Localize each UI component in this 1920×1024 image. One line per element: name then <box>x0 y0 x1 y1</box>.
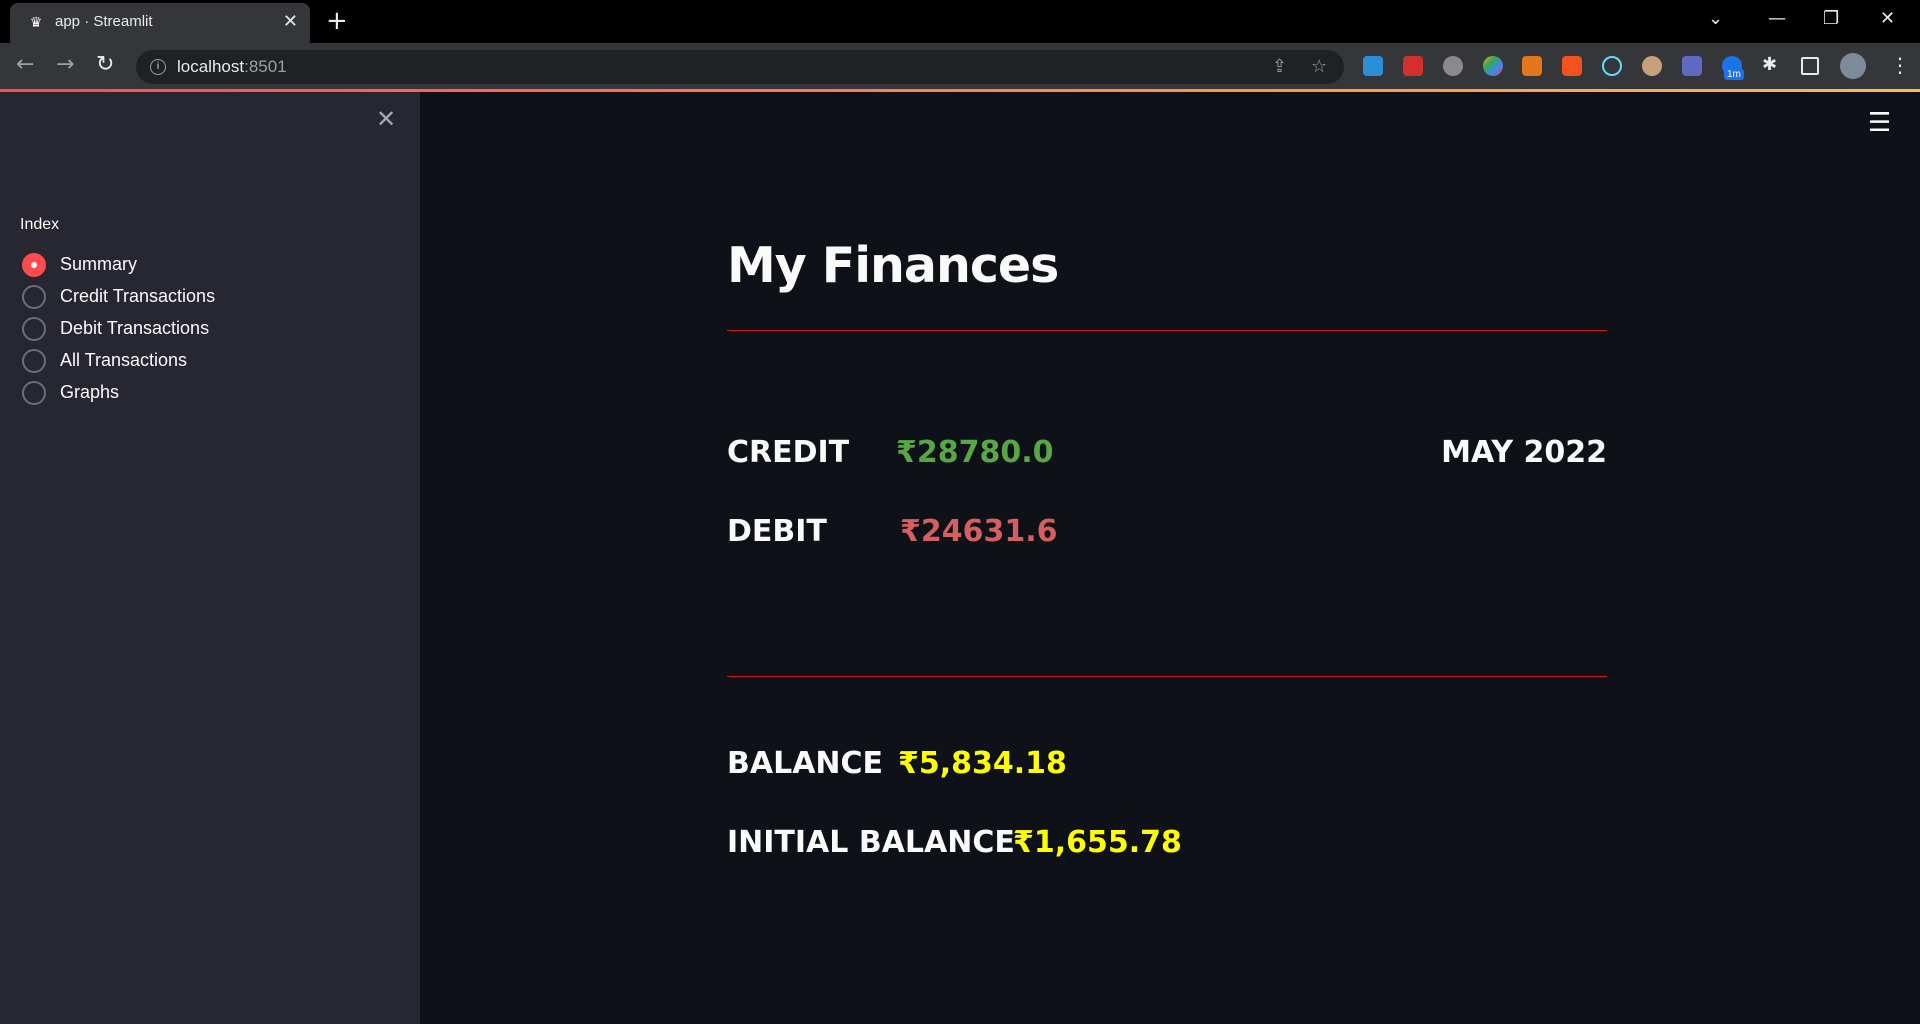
radio-option-label: Credit Transactions <box>60 286 216 306</box>
browser-tab[interactable]: ♛ app · Streamlit ✕ <box>10 3 310 43</box>
balance-value: ₹5,834.18 <box>898 746 1067 781</box>
radio-unchecked-icon[interactable] <box>22 285 46 309</box>
url-text: localhost:8501 <box>177 57 287 77</box>
address-bar[interactable]: i localhost:8501 ⇪ ☆ <box>136 50 1344 84</box>
radio-group-label: Index <box>20 216 60 233</box>
radio-option-label: All Transactions <box>60 350 188 370</box>
reload-icon[interactable]: ↻ <box>96 51 114 79</box>
profile-avatar[interactable] <box>1840 53 1866 79</box>
divider-bottom <box>727 676 1607 677</box>
streamlit-crown-icon: ♛ <box>29 15 43 31</box>
credit-label: CREDIT <box>727 435 850 470</box>
sidebar: ✕ Index Summary Credit Transactions Debi… <box>0 92 420 1024</box>
radio-unchecked-icon[interactable] <box>22 349 46 373</box>
extension-badge-count: 1m <box>1724 69 1744 80</box>
window-close-icon[interactable]: ✕ <box>1880 6 1895 32</box>
new-tab-icon[interactable]: + <box>326 7 348 35</box>
extension-red-icon[interactable] <box>1403 56 1423 76</box>
share-icon[interactable]: ⇪ <box>1272 55 1287 79</box>
extension-feather-icon[interactable] <box>1363 56 1383 76</box>
debit-value: ₹24631.6 <box>900 514 1058 549</box>
tab-title: app · Streamlit <box>55 13 153 30</box>
tab-search-chevron-icon[interactable]: ⌄ <box>1708 6 1723 32</box>
side-panel-icon[interactable] <box>1801 57 1819 75</box>
url-port: :8501 <box>244 57 287 76</box>
radio-checked-icon[interactable] <box>22 253 46 277</box>
forward-icon[interactable]: → <box>56 51 74 79</box>
sidebar-close-icon[interactable]: ✕ <box>376 106 396 132</box>
credit-value: ₹28780.0 <box>896 435 1054 470</box>
url-host: localhost <box>177 57 245 76</box>
debit-label: DEBIT <box>727 514 827 549</box>
back-icon[interactable]: ← <box>16 51 34 79</box>
radio-unchecked-icon[interactable] <box>22 317 46 341</box>
browser-menu-icon[interactable]: ⋮ <box>1890 51 1910 79</box>
content-block: My Finances CREDIT ₹28780.0 MAY 2022 DEB… <box>727 92 1607 1024</box>
radio-unchecked-icon[interactable] <box>22 381 46 405</box>
month-label: MAY 2022 <box>1441 435 1607 470</box>
tab-close-icon[interactable]: ✕ <box>283 11 298 33</box>
browser-toolbar: ← → ↻ i localhost:8501 ⇪ ☆ 1m ✱ ⋮ <box>0 43 1920 89</box>
extension-react-icon[interactable] <box>1602 56 1622 76</box>
radio-option-label: Debit Transactions <box>60 318 210 338</box>
extension-fox-icon[interactable] <box>1522 56 1542 76</box>
initial-balance-value: ₹1,655.78 <box>1013 825 1182 860</box>
hamburger-menu-icon[interactable]: ☰ <box>1868 110 1891 136</box>
extension-pen-icon[interactable] <box>1682 56 1702 76</box>
minimize-icon[interactable]: — <box>1768 6 1786 32</box>
page-title: My Finances <box>727 237 1059 294</box>
extension-face-icon[interactable] <box>1642 56 1662 76</box>
radio-option-label: Graphs <box>60 382 120 402</box>
radio-option-label: Summary <box>60 254 138 274</box>
puzzle-extensions-icon[interactable]: ✱ <box>1762 51 1777 79</box>
extension-cloud-icon[interactable] <box>1443 56 1463 76</box>
initial-balance-label: INITIAL BALANCE <box>727 825 1015 860</box>
bookmark-star-icon[interactable]: ☆ <box>1311 55 1327 79</box>
divider-top <box>727 330 1607 331</box>
site-info-icon[interactable]: i <box>150 59 166 75</box>
browser-tab-bar: ♛ app · Streamlit ✕ + ⌄ — ❐ ✕ <box>0 0 1920 43</box>
extension-orange-icon[interactable] <box>1562 56 1582 76</box>
restore-icon[interactable]: ❐ <box>1823 6 1839 32</box>
main-content: ☰ My Finances CREDIT ₹28780.0 MAY 2022 D… <box>420 92 1920 1024</box>
balance-label: BALANCE <box>727 746 884 781</box>
extension-dots-icon[interactable] <box>1483 56 1503 76</box>
